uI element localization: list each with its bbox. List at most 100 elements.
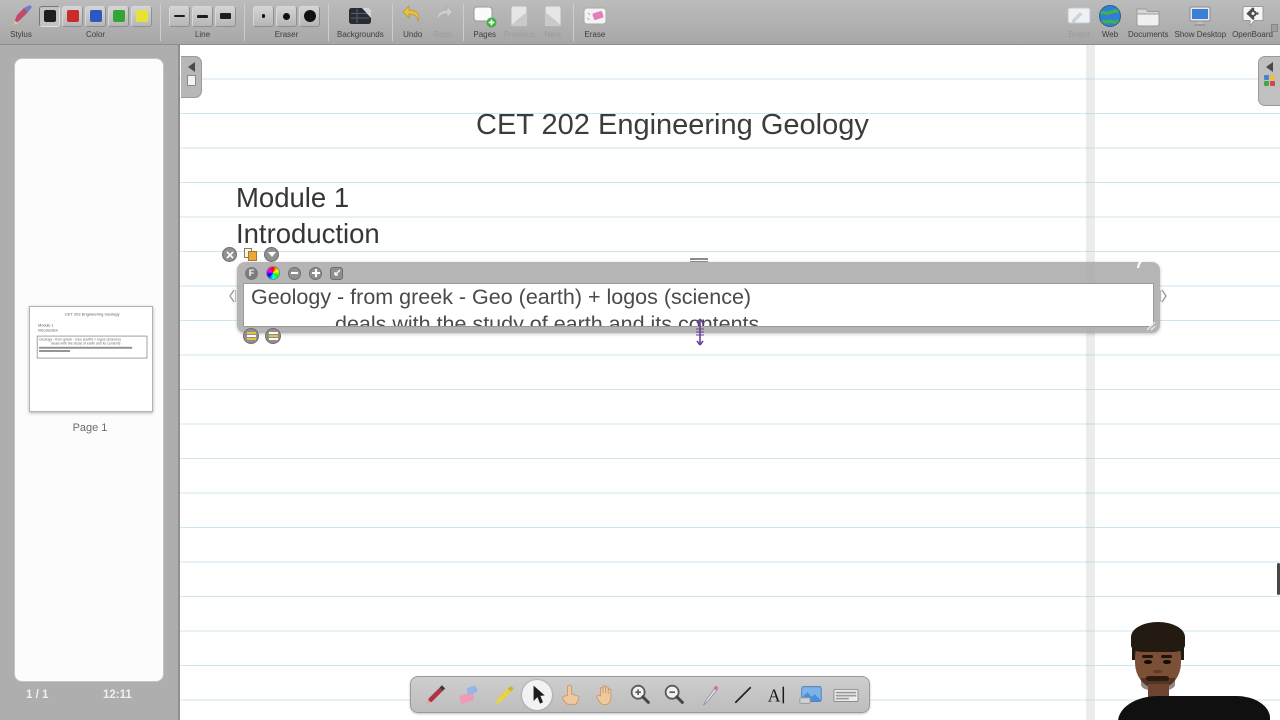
page-thumbnails-panel: CET 202 Engineering Geology Module 1 Int… (14, 58, 164, 682)
stylus-button[interactable]: Stylus (9, 3, 33, 39)
page-thumbnail[interactable]: CET 202 Engineering Geology Module 1 Int… (29, 306, 153, 412)
toolbar-separator (392, 3, 393, 41)
increase-font-button[interactable] (309, 267, 322, 280)
textbox-left-resize-handle[interactable] (228, 288, 236, 304)
textbox-rotate-handle[interactable] (1136, 256, 1154, 270)
toolbar-separator (160, 3, 161, 41)
bring-forward-button[interactable] (265, 328, 281, 344)
library-drawer-collapse-tab[interactable] (1258, 56, 1280, 106)
line-medium-button[interactable] (192, 6, 213, 27)
erase-button[interactable]: Erase (582, 3, 608, 39)
thumb-intro-heading: Introduction (38, 328, 58, 332)
undo-button[interactable]: Undo (401, 3, 425, 39)
text-icon: A (764, 682, 790, 708)
chevron-down-icon (268, 252, 276, 257)
line-thick-button[interactable] (215, 6, 236, 27)
intro-heading[interactable]: Introduction (236, 218, 380, 250)
page-counter: 1 / 1 (26, 689, 48, 701)
clock: 12:11 (103, 689, 132, 701)
collapse-left-arrow-icon (188, 62, 195, 72)
redo-button[interactable]: Redo (431, 3, 455, 39)
keyboard-icon (832, 682, 860, 708)
board-mode-label: Board (1068, 30, 1089, 39)
pen-tool-button[interactable] (419, 680, 449, 710)
page-title[interactable]: CET 202 Engineering Geology (476, 109, 869, 142)
toolbar-separator (463, 3, 464, 41)
color-swatch-blue[interactable] (85, 6, 106, 27)
selector-tool-button[interactable] (522, 680, 552, 710)
send-backward-button[interactable] (243, 328, 259, 344)
textbox-menu-button[interactable] (264, 247, 279, 262)
zoom-in-tool-button[interactable] (625, 680, 655, 710)
textbox-height-resize-handle[interactable] (694, 318, 706, 346)
module-heading[interactable]: Module 1 (236, 182, 349, 214)
color-swatch-yellow[interactable] (131, 6, 152, 27)
capture-tool-button[interactable] (796, 680, 826, 710)
textbox-line-1: Geology - from greek - Geo (earth) + log… (251, 284, 1153, 311)
textbox-drag-handle[interactable] (690, 257, 708, 263)
textbox-right-resize-handle[interactable] (1160, 288, 1168, 304)
textbox-corner-resize-handle[interactable] (1144, 319, 1156, 331)
font-button[interactable]: F (245, 267, 258, 280)
thumb-textbox: Geology - from greek - Geo (earth) + log… (37, 336, 148, 359)
eraser-tool-button[interactable] (453, 680, 483, 710)
textbox-duplicate-button[interactable] (243, 247, 258, 262)
left-drawer-collapse-tab[interactable] (181, 56, 202, 98)
show-desktop-label: Show Desktop (1174, 30, 1226, 39)
openboard-window: Stylus Color Line (0, 0, 1280, 720)
toolbar-separator (573, 3, 574, 41)
text-tool-button[interactable]: A (762, 680, 792, 710)
erase-icon (582, 4, 608, 28)
next-button[interactable]: Next (541, 3, 565, 39)
next-icon (541, 4, 565, 29)
textbox-close-button[interactable] (222, 247, 237, 262)
pointer-tool-button[interactable] (694, 680, 724, 710)
line-icon (731, 683, 755, 707)
eraser-medium-button[interactable] (276, 6, 297, 27)
virtual-keyboard-button[interactable] (831, 680, 861, 710)
web-mode-button[interactable]: Web (1098, 3, 1122, 39)
line-label: Line (195, 30, 210, 39)
color-label: Color (86, 30, 105, 39)
highlighter-tool-button[interactable] (488, 680, 518, 710)
collapse-right-arrow-icon (1266, 62, 1273, 72)
color-swatch-green[interactable] (108, 6, 129, 27)
zoom-out-icon (661, 682, 687, 708)
line-thin-button[interactable] (169, 6, 190, 27)
color-swatch-black[interactable] (39, 6, 60, 27)
text-color-button[interactable] (266, 266, 280, 280)
pan-hand-icon-button[interactable] (591, 680, 621, 710)
web-mode-label: Web (1102, 30, 1118, 39)
expand-icon[interactable] (330, 267, 343, 280)
pointing-hand-icon (558, 682, 584, 708)
openboard-menu-button[interactable]: OpenBoard (1232, 3, 1273, 39)
eraser-section: Eraser (253, 3, 320, 39)
interact-tool-button[interactable] (556, 680, 586, 710)
redo-icon (431, 4, 455, 28)
zoom-out-tool-button[interactable] (659, 680, 689, 710)
toolbar-overflow-button[interactable] (1271, 24, 1278, 32)
selected-textbox-frame[interactable]: F Geology - from greek - Geo (earth) + l… (237, 262, 1160, 333)
eraser-large-button[interactable] (299, 6, 320, 27)
documents-mode-label: Documents (1128, 30, 1168, 39)
toolbar-separator (244, 3, 245, 41)
decrease-font-button[interactable] (288, 267, 301, 280)
eraser-small-button[interactable] (253, 6, 274, 27)
svg-text:A: A (768, 685, 781, 705)
top-toolbar: Stylus Color Line (0, 0, 1280, 45)
show-desktop-button[interactable]: Show Desktop (1174, 3, 1226, 39)
board-mode-button[interactable]: Board (1066, 3, 1092, 39)
presenter-webcam-overlay (1098, 610, 1280, 720)
selector-arrow-icon (525, 683, 549, 707)
line-tool-button[interactable] (728, 680, 758, 710)
presenter-hair (1131, 622, 1185, 652)
capture-icon (798, 682, 824, 708)
documents-mode-button[interactable]: Documents (1128, 3, 1168, 39)
erase-label: Erase (584, 30, 605, 39)
web-icon (1098, 4, 1122, 28)
pages-button[interactable]: Pages (472, 3, 498, 39)
pages-sidebar: CET 202 Engineering Geology Module 1 Int… (0, 45, 180, 720)
color-swatch-red[interactable] (62, 6, 83, 27)
backgrounds-button[interactable]: Backgrounds (337, 3, 384, 39)
previous-button[interactable]: Previous (504, 3, 535, 39)
